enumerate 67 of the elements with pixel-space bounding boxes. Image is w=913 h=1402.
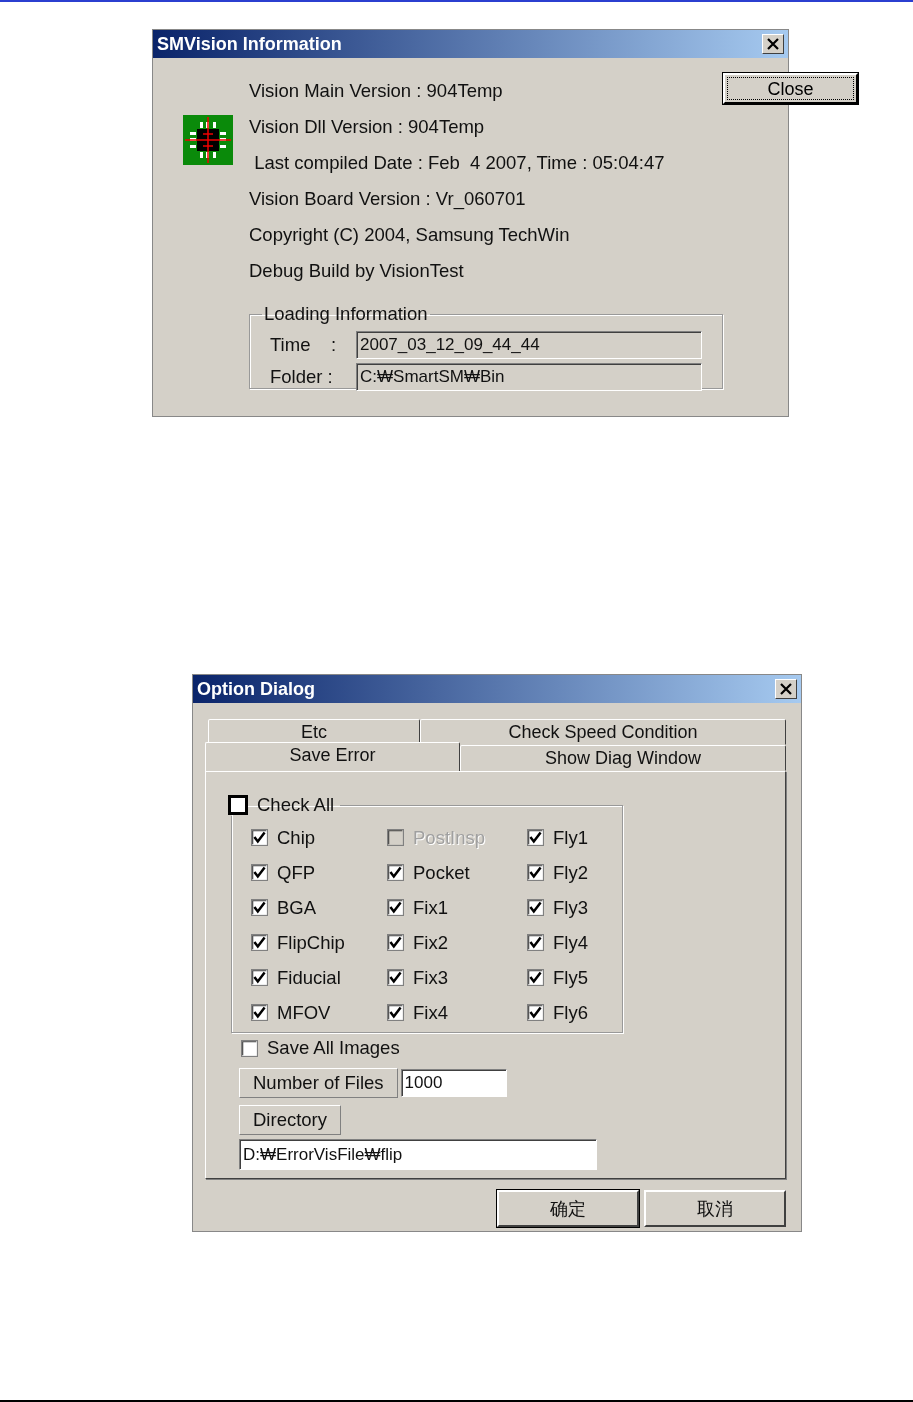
checkbox-label: Fly3 bbox=[553, 896, 588, 919]
checkbox[interactable] bbox=[387, 864, 404, 881]
checkbox-label: Fix4 bbox=[413, 1001, 448, 1024]
number-field[interactable]: 1000 bbox=[400, 1069, 507, 1097]
info-line: Last compiled Date : Feb 4 2007, Time : 05:04:47 bbox=[253, 151, 665, 175]
checkbox[interactable] bbox=[387, 899, 404, 916]
checkbox[interactable] bbox=[241, 1039, 258, 1057]
field-label: Time : bbox=[270, 334, 338, 356]
window-title: Option Dialog bbox=[197, 678, 315, 700]
checkbox-label: Fly1 bbox=[553, 826, 588, 849]
checkbox[interactable] bbox=[251, 899, 268, 916]
checkbox-label: Fly5 bbox=[553, 966, 588, 989]
checkbox[interactable] bbox=[527, 1004, 544, 1021]
checkbox[interactable] bbox=[251, 969, 268, 986]
close-button[interactable] bbox=[775, 679, 797, 699]
checkbox[interactable] bbox=[387, 1004, 404, 1021]
directory-label: Directory bbox=[239, 1105, 341, 1135]
checkbox[interactable] bbox=[527, 969, 544, 986]
group-title: Loading Information bbox=[263, 303, 429, 325]
dialog-button[interactable]: 取消 bbox=[644, 1190, 786, 1227]
checkbox-label: Fly4 bbox=[553, 931, 588, 954]
chip-icon bbox=[183, 115, 233, 165]
close-icon bbox=[766, 38, 780, 50]
tab[interactable]: Save Error bbox=[205, 742, 460, 771]
tab[interactable]: Show Diag Window bbox=[460, 745, 786, 771]
close-button[interactable] bbox=[762, 34, 784, 54]
checkbox-label: MFOV bbox=[277, 1001, 331, 1024]
checkbox-label: FlipChip bbox=[277, 931, 345, 954]
info-line: Vision Main Version : 904Temp bbox=[249, 79, 503, 103]
close-icon bbox=[779, 683, 793, 695]
window-title: SMVision Information bbox=[157, 33, 342, 55]
checkbox[interactable] bbox=[387, 934, 404, 951]
field-label: Folder : bbox=[270, 366, 334, 388]
checkbox-label: Fly2 bbox=[553, 861, 588, 884]
checkbox-label: Fly6 bbox=[553, 1001, 588, 1024]
text-field[interactable]: C:₩SmartSM₩Bin bbox=[356, 363, 702, 391]
checkbox[interactable] bbox=[251, 934, 268, 951]
checkbox-label: QFP bbox=[277, 861, 316, 884]
checkbox[interactable] bbox=[251, 1004, 268, 1021]
checkbox[interactable] bbox=[527, 934, 544, 951]
checkbox-label: Save All Images bbox=[267, 1037, 400, 1059]
checkbox[interactable] bbox=[527, 864, 544, 881]
checkbox[interactable] bbox=[251, 829, 268, 846]
checkbox-label: Pocket bbox=[413, 861, 470, 884]
directory-field[interactable]: D:₩ErrorVisFile₩flip bbox=[239, 1139, 597, 1170]
checkbox[interactable] bbox=[228, 795, 248, 815]
checkbox-label: Fix3 bbox=[413, 966, 448, 989]
checkbox-label: Fix2 bbox=[413, 931, 448, 954]
checkbox-label: Check All bbox=[257, 794, 335, 816]
checkbox-label: Chip bbox=[277, 826, 316, 849]
number-of-files-label: Number of Files bbox=[239, 1068, 398, 1098]
text-field[interactable]: 2007_03_12_09_44_44 bbox=[356, 331, 702, 359]
dialog-button[interactable]: 确定 bbox=[497, 1190, 639, 1227]
info-line: Debug Build by VisionTest bbox=[249, 259, 464, 283]
checkbox-label: Fiducial bbox=[277, 966, 341, 989]
checkbox[interactable] bbox=[251, 864, 268, 881]
checkbox-label: BGA bbox=[277, 896, 317, 919]
checkbox[interactable] bbox=[527, 899, 544, 916]
tab[interactable]: Check Speed Condition bbox=[420, 719, 786, 745]
info-line: Vision Dll Version : 904Temp bbox=[249, 115, 485, 139]
close-button[interactable]: Close bbox=[723, 73, 858, 104]
tab[interactable]: Etc bbox=[208, 719, 420, 745]
info-line: Vision Board Version : Vr_060701 bbox=[249, 187, 526, 212]
checkbox[interactable] bbox=[387, 969, 404, 986]
checkbox[interactable] bbox=[527, 829, 544, 846]
checkbox-label: Fix1 bbox=[413, 896, 448, 919]
info-line: Copyright (C) 2004, Samsung TechWin bbox=[249, 223, 570, 247]
